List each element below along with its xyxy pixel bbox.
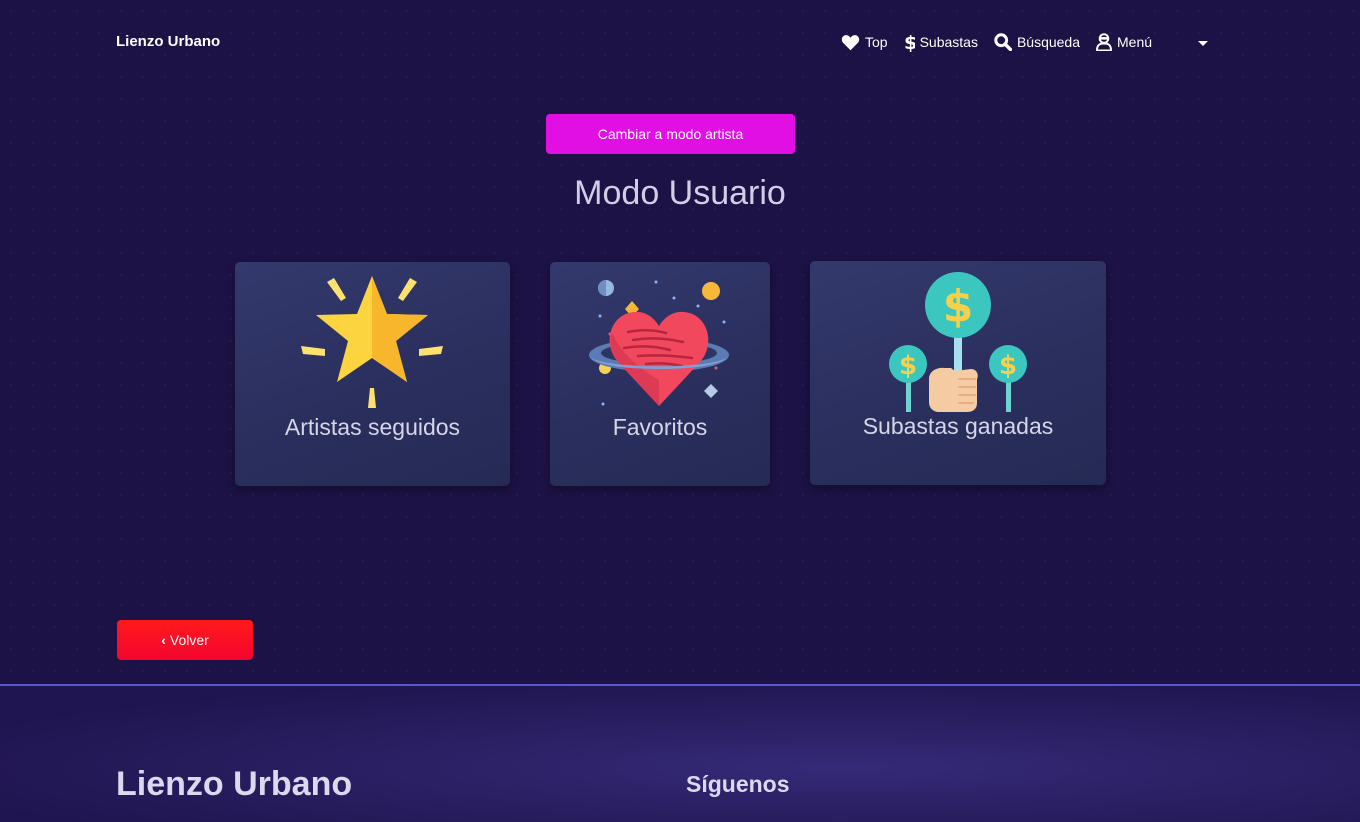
nav-subastas-label: Subastas [919,34,978,50]
brand-logo[interactable]: Lienzo Urbano [116,33,220,50]
switch-artist-mode-button[interactable]: Cambiar a modo artista [546,114,795,154]
back-button[interactable]: ‹ Volver [117,620,253,660]
menu-dropdown-caret[interactable] [1198,41,1208,46]
svg-text:$: $ [943,281,974,332]
footer-follow-heading: Síguenos [686,771,790,797]
nav-busqueda-label: Búsqueda [1016,34,1081,50]
svg-text:$: $ [899,351,917,381]
card-artistas-seguidos[interactable]: Artistas seguidos [235,262,510,486]
heart-icon [841,34,860,50]
svg-text:$: $ [999,351,1017,381]
card-label: Subastas ganadas [862,413,1054,439]
svg-text:$: $ [904,33,915,52]
nav-busqueda[interactable]: Búsqueda [994,33,1080,51]
back-button-label: Volver [169,632,209,648]
nav-top-label: Top [865,34,888,50]
chevron-left-icon: ‹ [161,632,166,648]
card-label: Artistas seguidos [284,414,461,440]
main-nav: Top $ Subastas Búsqueda Menú [841,31,1168,53]
card-favoritos[interactable]: Favoritos [550,262,770,486]
footer-brand: Lienzo Urbano [116,765,353,803]
nav-top[interactable]: Top [841,34,888,51]
nav-subastas[interactable]: $ Subastas [904,33,978,52]
user-icon [1096,33,1113,51]
nav-menu-label: Menú [1117,34,1153,50]
money-auction-icon: $ $ $ [889,272,1027,412]
card-subastas-ganadas[interactable]: $ $ $ Subastas ganadas [810,261,1106,485]
heart-planet-icon [589,280,729,406]
nav-menu[interactable]: Menú [1096,33,1152,51]
star-icon [301,276,443,408]
dollar-icon: $ [904,33,915,52]
search-icon [994,33,1012,51]
card-label: Favoritos [612,414,708,440]
footer: Lienzo Urbano Síguenos [0,684,1360,822]
page-title: Modo Usuario [574,174,786,212]
